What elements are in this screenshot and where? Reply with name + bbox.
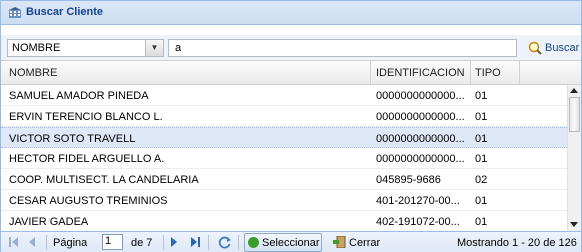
cell-tipo: 01 bbox=[475, 216, 488, 228]
cell-identificacion: 402-191072-00... bbox=[376, 216, 460, 228]
cell-identificacion: 0000000000000... bbox=[376, 153, 465, 165]
table-row[interactable]: ERVIN TERENCIO BLANCO L. 0000000000000..… bbox=[1, 106, 567, 127]
buscar-cliente-window: Buscar Cliente NOMBRE ▼ a Buscar NOMBRE … bbox=[0, 0, 582, 252]
grid-body: SAMUEL AMADOR PINEDA 0000000000000... 01… bbox=[1, 85, 567, 231]
cell-nombre: VICTOR SOTO TRAVELL bbox=[9, 133, 136, 145]
check-icon bbox=[248, 237, 259, 248]
cell-identificacion: 0000000000000... bbox=[376, 133, 465, 145]
vertical-scrollbar[interactable] bbox=[567, 85, 581, 231]
search-button-label: Buscar bbox=[545, 42, 580, 54]
cell-tipo: 01 bbox=[475, 153, 488, 165]
window-title: Buscar Cliente bbox=[26, 6, 104, 18]
column-divider[interactable] bbox=[370, 61, 371, 84]
users-icon bbox=[9, 7, 21, 18]
scrollbar-thumb[interactable] bbox=[569, 97, 580, 132]
search-button[interactable]: Buscar bbox=[525, 38, 581, 58]
table-row[interactable]: JAVIER GADEA 402-191072-00... 01 bbox=[1, 211, 567, 231]
search-input[interactable]: a bbox=[168, 39, 517, 57]
prev-page-icon[interactable] bbox=[29, 237, 35, 247]
table-row[interactable]: COOP. MULTISECT. LA CANDELARIA 045895-96… bbox=[1, 169, 567, 190]
table-row[interactable]: CESAR AUGUSTO TREMINIOS 401-201270-00...… bbox=[1, 190, 567, 211]
pager-divider bbox=[46, 235, 47, 250]
display-info: Mostrando 1 - 20 de 126 bbox=[457, 237, 577, 249]
table-row-selected[interactable]: VICTOR SOTO TRAVELL 0000000000000... 01 bbox=[1, 127, 567, 148]
scroll-up-icon[interactable] bbox=[570, 88, 578, 93]
page-count: de 7 bbox=[131, 237, 153, 249]
page-number-input[interactable]: 1 bbox=[102, 234, 123, 250]
cell-tipo: 01 bbox=[475, 133, 488, 145]
cell-nombre: SAMUEL AMADOR PINEDA bbox=[9, 90, 149, 102]
cell-identificacion: 0000000000000... bbox=[376, 90, 465, 102]
table-row[interactable]: SAMUEL AMADOR PINEDA 0000000000000... 01 bbox=[1, 85, 567, 106]
column-divider[interactable] bbox=[470, 61, 471, 84]
paging-toolbar: Página 1 de 7 Seleccionar Cerrar Mostran bbox=[1, 231, 581, 252]
search-toolbar: NOMBRE ▼ a Buscar bbox=[1, 35, 581, 61]
column-header-nombre[interactable]: NOMBRE bbox=[9, 67, 57, 79]
cell-nombre: COOP. MULTISECT. LA CANDELARIA bbox=[9, 174, 199, 186]
window-titlebar: Buscar Cliente bbox=[1, 1, 581, 25]
close-button[interactable]: Cerrar bbox=[331, 234, 381, 251]
table-row[interactable]: HECTOR FIDEL ARGUELLO A. 0000000000000..… bbox=[1, 148, 567, 169]
cell-tipo: 01 bbox=[475, 90, 488, 102]
field-select-value: NOMBRE bbox=[12, 42, 61, 54]
pager-divider bbox=[238, 235, 239, 250]
close-door-icon bbox=[333, 236, 346, 248]
column-header-identificacion[interactable]: IDENTIFICACION bbox=[376, 67, 465, 79]
cell-identificacion: 401-201270-00... bbox=[376, 195, 460, 207]
select-button[interactable]: Seleccionar bbox=[244, 233, 322, 252]
refresh-icon[interactable] bbox=[217, 235, 232, 250]
next-page-icon[interactable] bbox=[171, 237, 177, 247]
search-input-value: a bbox=[175, 42, 182, 54]
cell-nombre: ERVIN TERENCIO BLANCO L. bbox=[9, 111, 163, 123]
cell-nombre: JAVIER GADEA bbox=[9, 216, 89, 228]
pager-divider bbox=[208, 235, 209, 250]
cell-identificacion: 045895-9686 bbox=[376, 174, 441, 186]
cell-nombre: CESAR AUGUSTO TREMINIOS bbox=[9, 195, 168, 207]
cell-nombre: HECTOR FIDEL ARGUELLO A. bbox=[9, 153, 165, 165]
cell-tipo: 01 bbox=[475, 195, 488, 207]
column-header-tipo[interactable]: TIPO bbox=[475, 67, 501, 79]
select-button-label: Seleccionar bbox=[262, 237, 320, 249]
pager-divider bbox=[163, 235, 164, 250]
cell-tipo: 01 bbox=[475, 111, 488, 123]
field-select[interactable]: NOMBRE ▼ bbox=[7, 39, 164, 57]
cell-tipo: 02 bbox=[475, 174, 488, 186]
column-divider[interactable] bbox=[519, 61, 520, 84]
grid-header: NOMBRE IDENTIFICACION TIPO bbox=[1, 61, 581, 85]
page-label: Página bbox=[53, 237, 88, 249]
scroll-down-icon[interactable] bbox=[570, 222, 578, 227]
search-icon bbox=[528, 41, 542, 55]
chevron-down-icon[interactable]: ▼ bbox=[145, 40, 163, 56]
cell-identificacion: 0000000000000... bbox=[376, 111, 465, 123]
close-button-label: Cerrar bbox=[349, 237, 381, 249]
